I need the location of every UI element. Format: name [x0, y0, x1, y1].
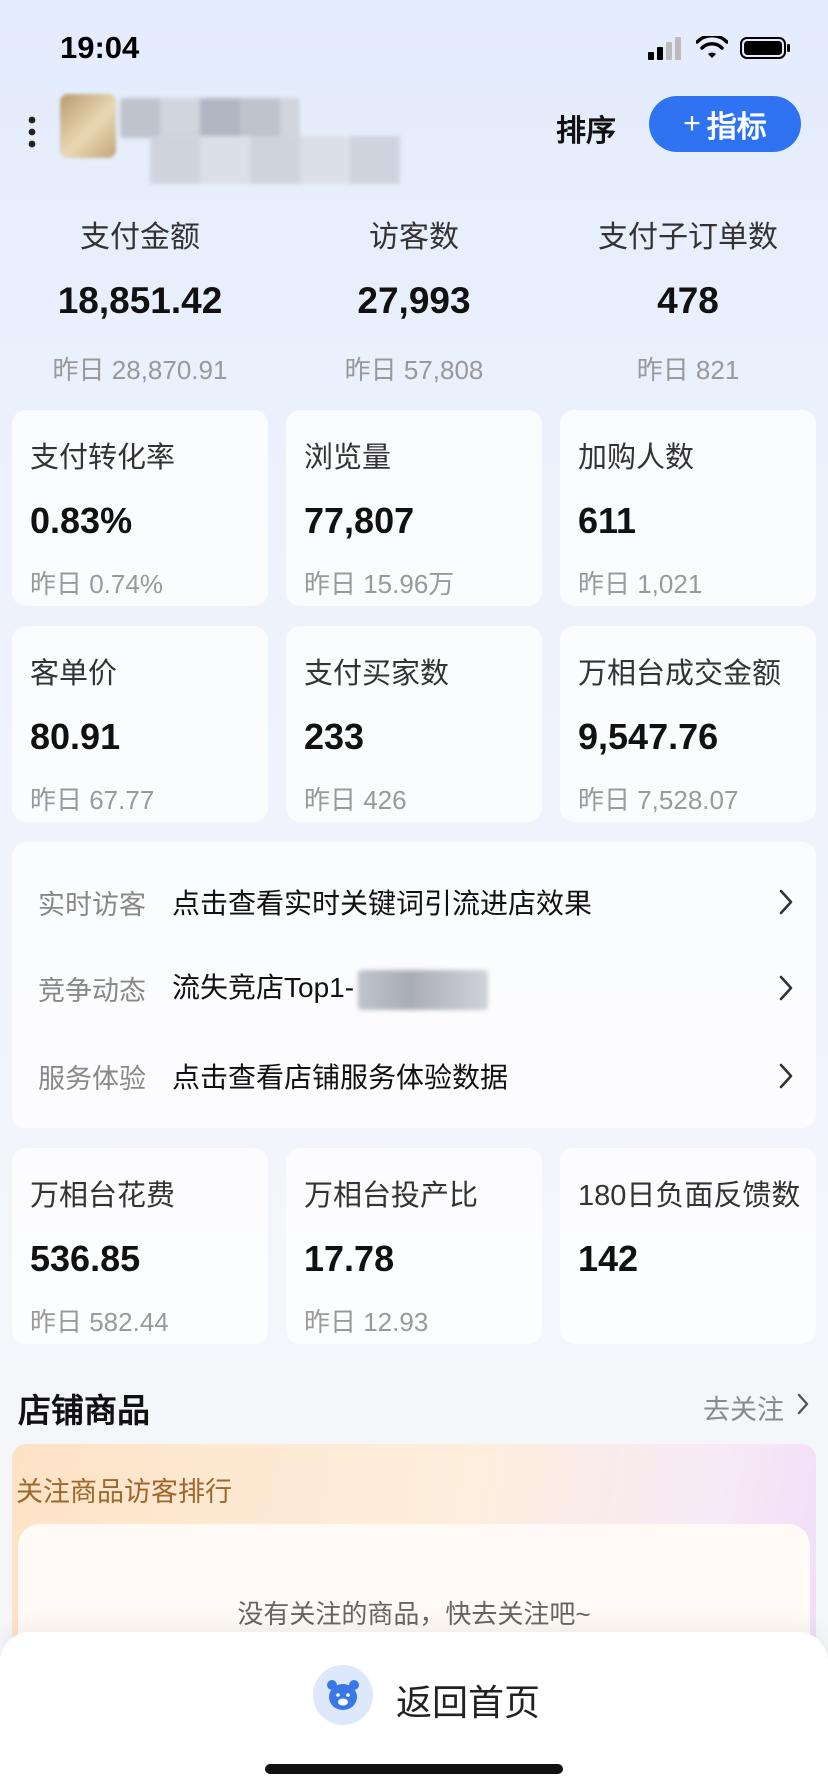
card-label: 客单价	[30, 658, 118, 690]
metric-payment-amount[interactable]: 支付金额 18,851.42 昨日 28,870.91	[2, 212, 278, 387]
card-prev: 昨日 67.77	[30, 785, 155, 815]
card-value: 536.85	[30, 1238, 141, 1279]
card-label: 浏览量	[304, 442, 392, 474]
metric-label: 支付子订单数	[598, 221, 778, 254]
go-follow-link[interactable]: 去关注	[703, 1388, 784, 1427]
insights-panel: 实时访客 点击查看实时关键词引流进店效果 竞争动态 流失竞店Top1- 服务体验…	[12, 842, 816, 1128]
info-row-value: 点击查看店铺服务体验数据	[172, 1062, 509, 1093]
card-label: 万相台成交金额	[578, 658, 782, 690]
metric-label: 访客数	[369, 221, 459, 254]
shop-name-redacted	[120, 98, 300, 138]
card-value: 9,547.76	[578, 716, 719, 757]
home-indicator	[265, 1764, 563, 1774]
card-prev: 昨日 426	[304, 785, 407, 815]
card-value: 0.83%	[30, 500, 133, 541]
card-wanxiangtai-gmv[interactable]: 万相台成交金额 9,547.76 昨日 7,528.07	[560, 626, 816, 822]
card-prev: 昨日 15.96万	[304, 569, 455, 599]
shop-subtitle-redacted	[150, 136, 400, 184]
add-metric-label: 指标	[706, 111, 767, 144]
metric-prev: 昨日 28,870.91	[52, 355, 228, 385]
competitor-name-redacted	[358, 969, 489, 1010]
card-conversion-rate[interactable]: 支付转化率 0.83% 昨日 0.74%	[12, 410, 268, 606]
metric-prev: 昨日 821	[636, 355, 740, 385]
status-icons	[648, 36, 792, 60]
return-home-button[interactable]: 返回首页	[396, 1674, 540, 1726]
info-row-key: 服务体验	[38, 1063, 146, 1094]
metric-sub-orders[interactable]: 支付子订单数 478 昨日 821	[550, 212, 826, 387]
card-label: 支付买家数	[304, 658, 450, 690]
metric-label: 支付金额	[80, 221, 200, 254]
card-paying-buyers[interactable]: 支付买家数 233 昨日 426	[286, 626, 542, 822]
info-row-key: 实时访客	[38, 889, 146, 920]
card-prev: 昨日 582.44	[30, 1307, 169, 1337]
info-row-value: 流失竞店Top1-	[172, 972, 355, 1004]
metric-value: 27,993	[357, 280, 471, 321]
card-value: 142	[578, 1238, 639, 1279]
metric-value: 478	[657, 280, 719, 321]
info-row-key: 竞争动态	[38, 975, 146, 1006]
metric-prev: 昨日 57,808	[344, 355, 484, 385]
card-page-views[interactable]: 浏览量 77,807 昨日 15.96万	[286, 410, 542, 606]
shop-avatar[interactable]	[60, 94, 116, 158]
card-label: 180日负面反馈数	[578, 1180, 801, 1212]
metric-visitors[interactable]: 访客数 27,993 昨日 57,808	[276, 212, 552, 387]
card-label: 万相台投产比	[304, 1180, 479, 1212]
card-value: 77,807	[304, 500, 415, 541]
chevron-right-icon	[779, 1063, 793, 1089]
card-value: 17.78	[304, 1238, 395, 1279]
followed-products-title: 关注商品访客排行	[16, 1477, 232, 1507]
plus-icon: +	[683, 107, 701, 140]
chevron-right-icon[interactable]	[796, 1392, 810, 1416]
info-row-value: 点击查看实时关键词引流进店效果	[172, 888, 593, 919]
add-metric-button[interactable]: + 指标	[649, 96, 801, 152]
chevron-right-icon	[779, 889, 793, 915]
card-negative-feedback[interactable]: 180日负面反馈数 142	[560, 1148, 816, 1344]
more-vertical-icon[interactable]	[22, 112, 46, 152]
battery-icon	[740, 37, 790, 59]
empty-state-text: 没有关注的商品，快去关注吧~	[237, 1599, 591, 1629]
card-prev: 昨日 0.74%	[30, 569, 163, 599]
card-avg-order-value[interactable]: 客单价 80.91 昨日 67.77	[12, 626, 268, 822]
status-time: 19:04	[60, 30, 140, 65]
card-value: 611	[578, 500, 637, 541]
card-label: 加购人数	[578, 442, 695, 474]
card-wanxiangtai-spend[interactable]: 万相台花费 536.85 昨日 582.44	[12, 1148, 268, 1344]
chevron-right-icon	[779, 975, 793, 1001]
card-prev: 昨日 1,021	[578, 569, 703, 599]
card-prev: 昨日 7,528.07	[578, 785, 739, 815]
card-label: 支付转化率	[30, 442, 176, 474]
sort-button[interactable]: 排序	[556, 106, 616, 150]
card-value: 233	[304, 716, 365, 757]
card-prev: 昨日 12.93	[304, 1307, 429, 1337]
card-add-to-cart[interactable]: 加购人数 611 昨日 1,021	[560, 410, 816, 606]
info-row-realtime-visitors[interactable]: 实时访客 点击查看实时关键词引流进店效果	[12, 872, 816, 932]
cellular-signal-icon	[648, 37, 681, 60]
card-label: 万相台花费	[30, 1180, 176, 1212]
card-wanxiangtai-roi[interactable]: 万相台投产比 17.78 昨日 12.93	[286, 1148, 542, 1344]
bear-mascot-icon[interactable]	[313, 1665, 373, 1725]
info-row-value-wrap: 流失竞店Top1-	[172, 966, 489, 1010]
info-row-service[interactable]: 服务体验 点击查看店铺服务体验数据	[12, 1046, 816, 1106]
section-title-store-products: 店铺商品	[18, 1392, 150, 1429]
card-value: 80.91	[30, 716, 121, 757]
wifi-icon	[696, 36, 728, 58]
metric-value: 18,851.42	[57, 280, 223, 321]
info-row-competition[interactable]: 竞争动态 流失竞店Top1-	[12, 958, 816, 1018]
